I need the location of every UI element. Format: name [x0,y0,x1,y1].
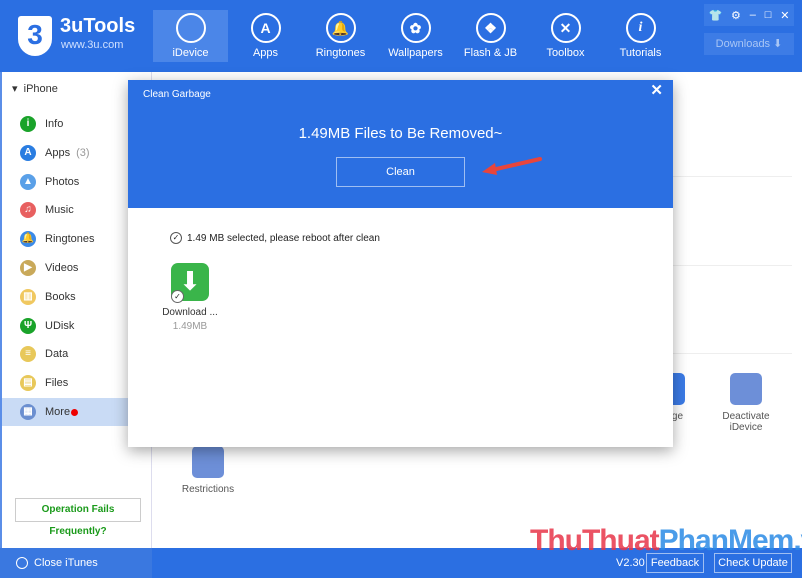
version: V2.30 [616,557,645,569]
sidebar-item-label: Apps [45,146,71,159]
sidebar-item-label: Info [45,118,64,130]
clean-garbage-dialog: Clean Garbage ✕ 1.49MB Files to Be Remov… [128,80,673,447]
info-icon: i [20,116,36,132]
nav-label: Wallpapers [388,47,443,59]
tools-icon: ✕ [550,13,581,43]
selection-text: 1.49 MB selected, please reboot after cl… [187,232,380,244]
dialog-title: Clean Garbage [143,89,211,100]
clean-button[interactable]: Clean [336,157,465,187]
bell-icon: 🔔 [325,13,356,43]
nav-ringtones[interactable]: 🔔 Ringtones [303,10,378,62]
tool-label: Deactivate iDevice [722,411,770,433]
item-size: 1.49MB [172,321,208,332]
sidebar-item-label: Videos [45,262,79,274]
close-itunes-label: Close iTunes [34,557,98,569]
tool-deactivate-idevice[interactable]: Deactivate iDevice [706,373,786,433]
window-controls: 👕 ⚙ – □ ✕ [704,4,794,26]
apps-icon: A [20,144,36,161]
files-icon: ▤ [20,375,36,392]
watermark-part1: ThuThuat [530,524,660,557]
minimize-icon[interactable]: – [750,9,756,21]
nav-label: Toolbox [546,47,585,59]
apple-icon [175,13,206,43]
downloads-button[interactable]: Downloads ⬇ [704,33,794,55]
sidebar-item-label: Books [45,290,76,303]
app-url: www.3u.com [61,39,124,51]
item-name: Download ... [162,307,218,318]
sidebar-item-label: More [45,406,71,418]
sidebar-item-label: Ringtones [45,233,95,246]
photos-icon: ▲ [20,173,36,190]
nav-tutorials[interactable]: i Tutorials [603,10,678,62]
dialog-header: Clean Garbage ✕ 1.49MB Files to Be Remov… [128,80,673,208]
books-icon: ▥ [20,288,36,305]
nav-idevice[interactable]: iDevice [153,10,228,62]
skin-icon[interactable]: 👕 [708,9,722,22]
nav-label: Apps [252,47,279,59]
red-arrow-annotation [482,157,542,175]
download-icon: ⬇ [773,38,783,50]
sidebar-item-label: Music [45,204,74,217]
app-logo: 3 [18,16,52,56]
watermark: ThuThuatPhanMem.vn [530,524,802,558]
nav-toolbox[interactable]: ✕ Toolbox [528,10,603,62]
info-icon: i [625,13,656,43]
videos-icon: ▶ [20,260,36,276]
close-icon[interactable]: ✕ [780,9,789,22]
sidebar-item-label: Files [45,377,69,390]
music-icon: ♫ [20,202,36,219]
check-icon[interactable]: ✓ [171,290,184,303]
close-icon[interactable]: ✕ [650,81,663,99]
selection-status[interactable]: ✓ 1.49 MB selected, please reboot after c… [170,232,380,244]
maximize-icon[interactable]: □ [765,9,772,21]
garbage-item[interactable]: ⬇ ✓ Download ... 1.49MB [162,263,218,332]
sidebar-item-label: Photos [45,175,80,188]
check-circle-icon[interactable]: ✓ [170,232,182,244]
device-selector[interactable]: ▾ iPhone [12,82,58,95]
notification-dot [71,408,79,416]
nav-wallpapers[interactable]: ✿ Wallpapers [378,10,453,62]
nav-label: iDevice [172,47,209,59]
udisk-icon: Ψ [20,317,36,334]
settings-icon[interactable]: ⚙ [731,9,741,22]
top-bar: 3 3uTools www.3u.com iDevice A Apps 🔔 Ring… [0,0,802,72]
watermark-part2: PhanMem.vn [658,524,802,557]
more-icon: ▦ [20,404,36,420]
nav-apps[interactable]: A Apps [228,10,303,62]
app-store-icon: A [250,13,281,43]
nav-label: Tutorials [619,47,662,59]
tool-label: Restrictions [181,484,235,495]
app-count: (3) [76,146,90,159]
close-itunes-button[interactable]: Close iTunes [0,548,152,578]
downloads-label: Downloads [715,38,771,50]
sidebar-item-label: UDisk [45,319,75,332]
dropbox-icon: ❖ [475,13,506,43]
download-app-icon: ⬇ ✓ [171,263,209,303]
app-name: 3uTools [60,15,136,37]
operation-fails-button[interactable]: Operation Fails Frequently? [15,498,141,537]
sidebar-item-label: Data [45,348,69,361]
nav-label: Ringtones [315,47,366,59]
nav-flash-jb[interactable]: ❖ Flash & JB [453,10,528,62]
nav-label: Flash & JB [463,47,518,59]
tool-restrictions[interactable]: Restrictions [178,446,238,495]
flower-icon: ✿ [400,13,431,43]
key-icon [192,446,224,478]
files-to-remove-heading: 1.49MB Files to Be Removed~ [298,125,503,142]
device-name: iPhone [23,83,58,95]
circle-icon [16,557,28,569]
ringtones-icon: 🔔 [20,231,36,248]
data-icon: ≡ [20,346,36,363]
phone-icon [730,373,762,405]
